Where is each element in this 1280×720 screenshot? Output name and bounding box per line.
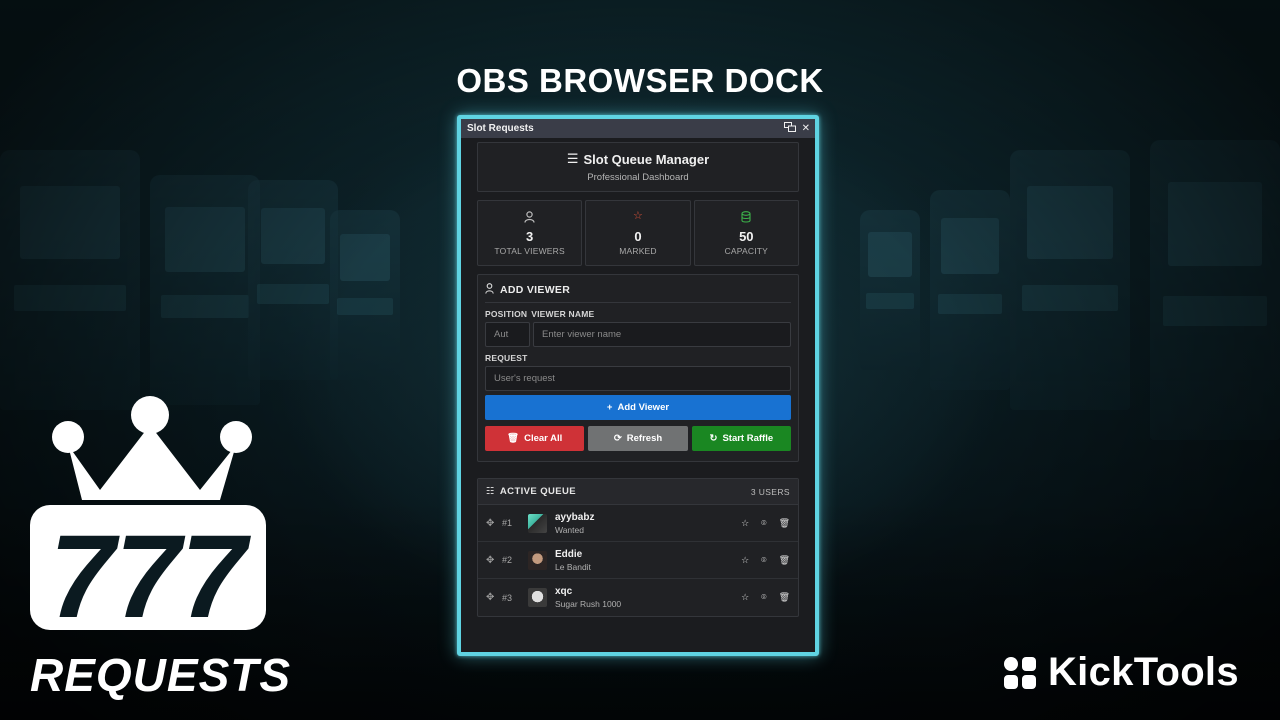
add-viewer-title: ADD VIEWER [500, 284, 571, 296]
queue-count: 3 USERS [750, 486, 790, 497]
add-viewer-panel: ADD VIEWER POSITION VIEWER NAME REQUEST … [477, 274, 799, 462]
mark-star-icon[interactable]: ☆ [741, 518, 749, 529]
page-headline: OBS BROWSER DOCK [456, 62, 824, 99]
stat-capacity: 50 CAPACITY [693, 200, 799, 266]
add-viewer-button[interactable]: + Add Viewer [485, 395, 791, 420]
viewer-name-label: VIEWER NAME [531, 309, 595, 319]
request-label: REQUEST [485, 353, 528, 363]
active-queue-panel: ☷ ACTIVE QUEUE 3 USERS ✥ #1 ayybabz Want… [477, 478, 799, 617]
brand-name: KickTools [1048, 650, 1239, 694]
delete-trash-icon[interactable]: 🗑 [779, 518, 790, 529]
queue-list-icon: ☷ [486, 486, 495, 497]
mark-star-icon[interactable]: ☆ [741, 555, 749, 566]
queue-title: ACTIVE QUEUE [499, 486, 576, 497]
request-input[interactable] [485, 366, 791, 391]
queue-row[interactable]: ✥ #3 xqc Sugar Rush 1000 ☆ ⌾ 🗑 [478, 579, 798, 616]
location-pin-icon[interactable]: ⌾ [761, 518, 766, 529]
viewer-name-input[interactable] [533, 322, 791, 347]
drag-handle-icon[interactable]: ✥ [486, 518, 500, 529]
position-label: POSITION [485, 309, 528, 319]
queue-row[interactable]: ✥ #1 ayybabz Wanted ☆ ⌾ 🗑 [478, 505, 798, 542]
obs-dock-window: Slot Requests ✕ ☰ Slot Queue Manager Pro… [457, 115, 819, 656]
kicktools-logo-icon [1004, 656, 1036, 689]
dashboard-subtitle: Professional Dashboard [587, 172, 689, 183]
refresh-icon: ⟳ [613, 433, 622, 444]
database-icon [741, 210, 751, 225]
start-raffle-button[interactable]: ↻ Start Raffle [691, 426, 791, 451]
position-input[interactable] [485, 322, 530, 347]
list-icon: ☰ [566, 151, 579, 166]
avatar [528, 588, 547, 607]
kicktools-brand: KickTools [1004, 650, 1239, 695]
dashboard-header: ☰ Slot Queue Manager Professional Dashbo… [477, 142, 799, 192]
plus-icon: + [606, 402, 613, 413]
stat-marked: ☆ 0 MARKED [585, 200, 691, 266]
avatar [528, 513, 547, 533]
clear-all-button[interactable]: 🗑 Clear All [485, 426, 585, 451]
undock-icon[interactable] [783, 122, 796, 135]
delete-trash-icon[interactable]: 🗑 [779, 592, 790, 603]
user-icon [524, 210, 535, 225]
drag-handle-icon[interactable]: ✥ [486, 592, 500, 603]
stat-total-viewers: 3 TOTAL VIEWERS [477, 200, 583, 266]
refresh-button[interactable]: ⟳ Refresh [588, 426, 688, 451]
mark-star-icon[interactable]: ☆ [741, 592, 749, 603]
star-icon: ☆ [633, 209, 643, 222]
avatar [528, 550, 547, 570]
dashboard-title: Slot Queue Manager [583, 151, 710, 167]
drag-handle-icon[interactable]: ✥ [486, 555, 500, 566]
raffle-icon: ↻ [709, 433, 718, 444]
dock-title: Slot Requests [467, 123, 534, 134]
queue-row[interactable]: ✥ #2 Eddie Le Bandit ☆ ⌾ 🗑 [478, 542, 798, 579]
trash-icon: 🗑 [507, 433, 520, 444]
delete-trash-icon[interactable]: 🗑 [779, 555, 790, 566]
svg-text:777: 777 [50, 511, 252, 640]
location-pin-icon[interactable]: ⌾ [761, 592, 766, 603]
add-user-icon [485, 283, 495, 297]
close-icon[interactable]: ✕ [802, 123, 810, 134]
stats-row: 3 TOTAL VIEWERS ☆ 0 MARKED 50 CAPACITY [477, 200, 799, 266]
dock-titlebar[interactable]: Slot Requests ✕ [461, 119, 815, 138]
requests-label: REQUESTS [30, 649, 292, 701]
location-pin-icon[interactable]: ⌾ [761, 555, 766, 566]
crown-777-logo: 777 [30, 396, 266, 640]
